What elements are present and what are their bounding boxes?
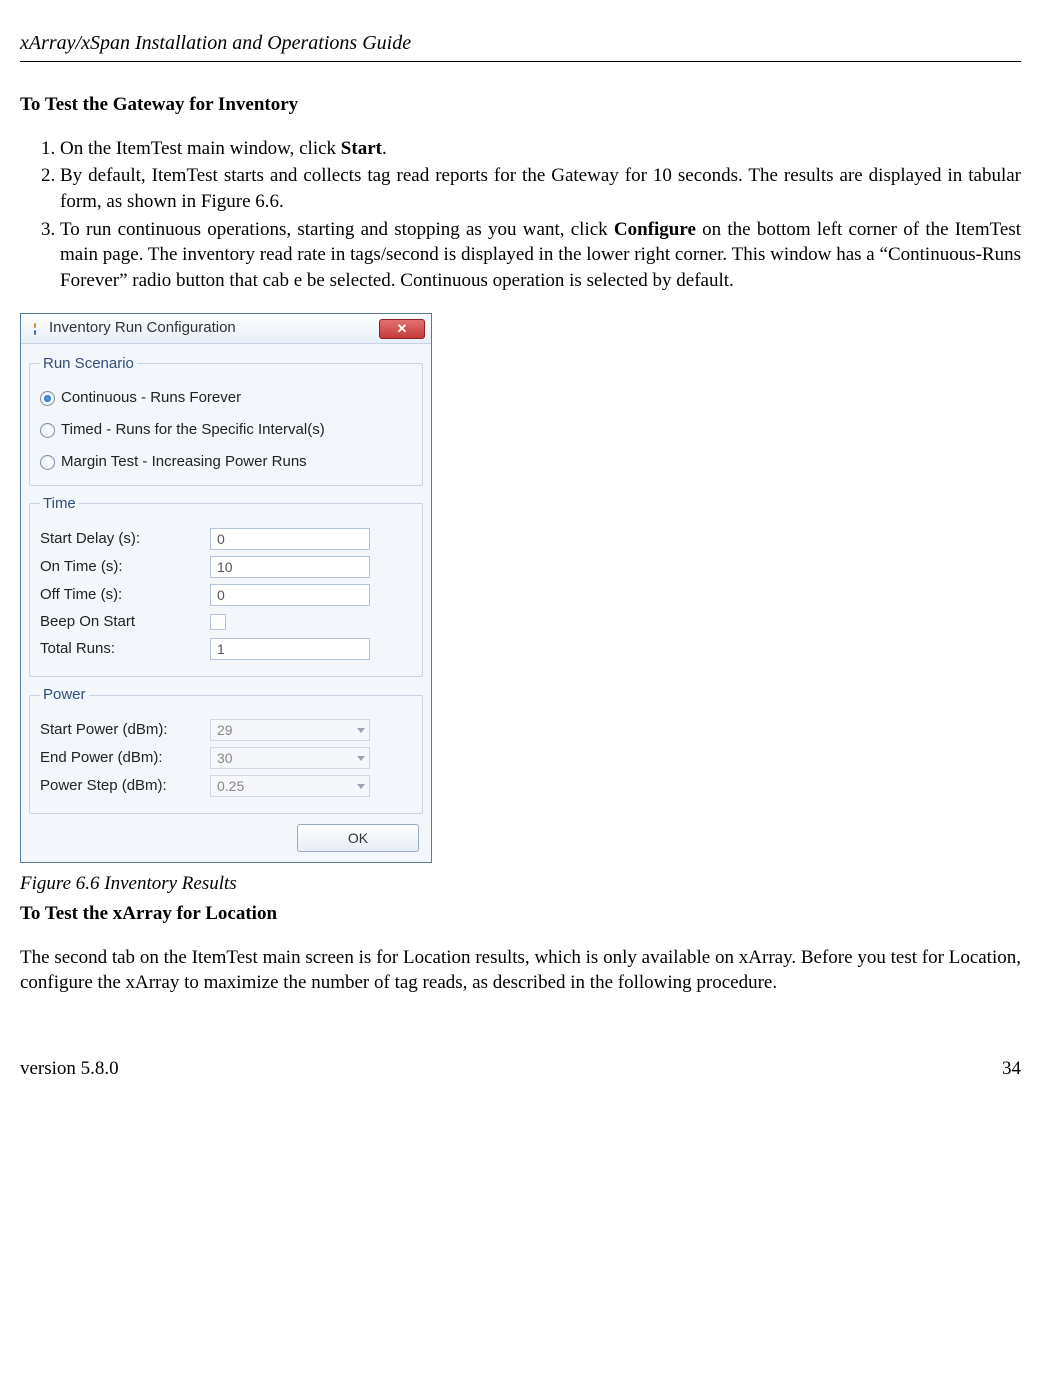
dialog-footer: OK [29,822,423,854]
radio-icon [40,391,55,406]
power-step-row: Power Step (dBm): 0.25 [40,775,412,797]
titlebar-left: Inventory Run Configuration [29,318,236,338]
step-text: By default, ItemTest starts and collects… [60,165,1021,212]
close-icon: ✕ [397,320,408,338]
page-number: 34 [1002,1056,1021,1082]
doc-header-title: xArray/xSpan Installation and Operations… [20,30,1021,57]
beep-label: Beep On Start [40,612,210,632]
step-item: To run continuous operations, starting a… [60,217,1021,294]
start-power-label: Start Power (dBm): [40,720,210,740]
run-scenario-group: Run Scenario Continuous - Runs Forever T… [29,354,423,486]
dialog-titlebar[interactable]: Inventory Run Configuration ✕ [21,314,431,343]
group-legend: Time [40,494,79,514]
combo-value: 0.25 [217,777,244,796]
radio-label: Continuous - Runs Forever [61,388,241,408]
radio-label: Margin Test - Increasing Power Runs [61,452,307,472]
section-heading-location: To Test the xArray for Location [20,901,1021,927]
step-text: On the ItemTest main window, click [60,138,341,159]
inventory-run-config-dialog: Inventory Run Configuration ✕ Run Scenar… [20,313,432,863]
end-power-label: End Power (dBm): [40,748,210,768]
step-text: To run continuous operations, starting a… [60,219,614,240]
figure-caption: Figure 6.6 Inventory Results [20,871,1021,897]
app-icon [29,322,43,336]
group-legend: Run Scenario [40,354,137,374]
radio-margin-test[interactable]: Margin Test - Increasing Power Runs [40,452,412,472]
ok-button[interactable]: OK [297,824,419,852]
start-power-row: Start Power (dBm): 29 [40,719,412,741]
group-legend: Power [40,685,89,705]
section-heading-inventory: To Test the Gateway for Inventory [20,92,1021,118]
combo-value: 29 [217,721,233,740]
step-bold: Start [341,138,382,159]
step-text: . [382,138,387,159]
on-time-label: On Time (s): [40,557,210,577]
step-bold: Configure [614,219,696,240]
off-time-row: Off Time (s): [40,584,412,606]
start-power-combo[interactable]: 29 [210,719,370,741]
dialog-body: Run Scenario Continuous - Runs Forever T… [21,344,431,863]
combo-value: 30 [217,749,233,768]
header-rule [20,61,1021,62]
steps-list: On the ItemTest main window, click Start… [20,136,1021,294]
end-power-row: End Power (dBm): 30 [40,747,412,769]
step-item: On the ItemTest main window, click Start… [60,136,1021,162]
radio-label: Timed - Runs for the Specific Interval(s… [61,420,325,440]
off-time-label: Off Time (s): [40,585,210,605]
radio-timed[interactable]: Timed - Runs for the Specific Interval(s… [40,420,412,440]
power-step-label: Power Step (dBm): [40,776,210,796]
beep-row: Beep On Start [40,612,412,632]
step-item: By default, ItemTest starts and collects… [60,163,1021,214]
radio-continuous[interactable]: Continuous - Runs Forever [40,388,412,408]
page-footer: version 5.8.0 34 [20,1056,1021,1082]
time-group: Time Start Delay (s): On Time (s): Off T… [29,494,423,678]
body-paragraph: The second tab on the ItemTest main scre… [20,945,1021,996]
on-time-row: On Time (s): [40,556,412,578]
start-delay-row: Start Delay (s): [40,528,412,550]
chevron-down-icon [357,784,365,789]
off-time-input[interactable] [210,584,370,606]
start-delay-input[interactable] [210,528,370,550]
total-runs-input[interactable] [210,638,370,660]
total-runs-label: Total Runs: [40,639,210,659]
beep-checkbox[interactable] [210,614,226,630]
chevron-down-icon [357,756,365,761]
on-time-input[interactable] [210,556,370,578]
dialog-title: Inventory Run Configuration [49,318,236,338]
chevron-down-icon [357,728,365,733]
radio-icon [40,423,55,438]
radio-icon [40,455,55,470]
version-text: version 5.8.0 [20,1056,119,1082]
start-delay-label: Start Delay (s): [40,529,210,549]
power-group: Power Start Power (dBm): 29 End Power (d… [29,685,423,814]
power-step-combo[interactable]: 0.25 [210,775,370,797]
close-button[interactable]: ✕ [379,319,425,339]
end-power-combo[interactable]: 30 [210,747,370,769]
total-runs-row: Total Runs: [40,638,412,660]
